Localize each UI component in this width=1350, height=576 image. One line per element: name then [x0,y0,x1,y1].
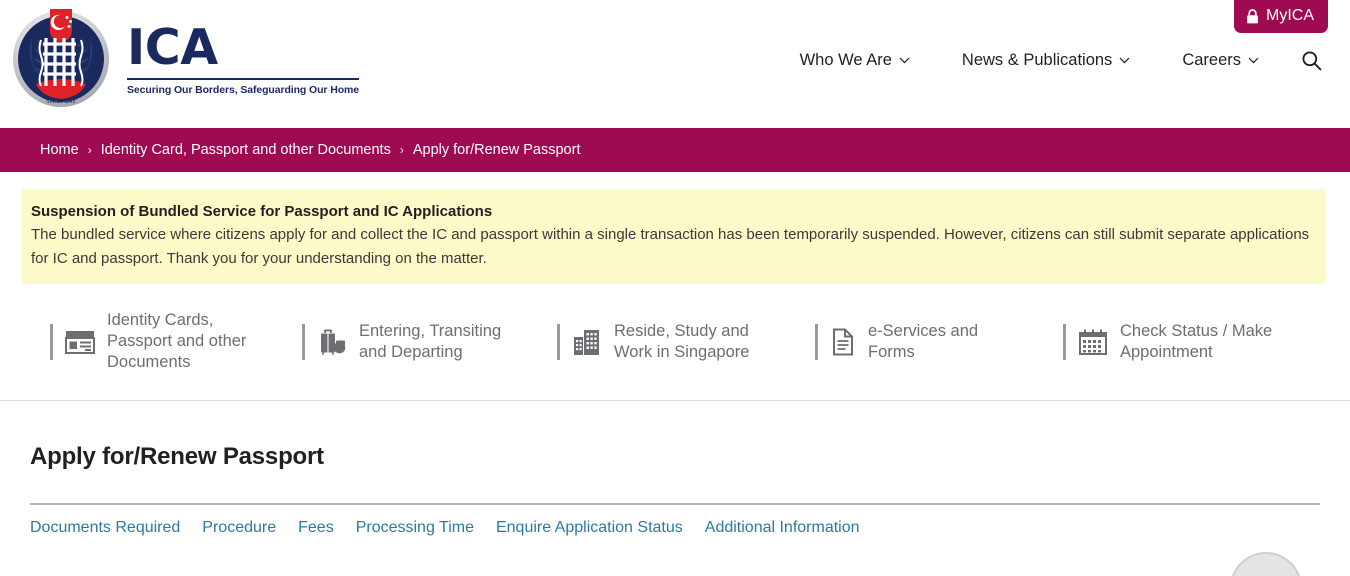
tab-enquire-application-status[interactable]: Enquire Application Status [496,519,683,537]
nav-label: News & Publications [961,51,1113,69]
divider [557,323,560,360]
svg-text:SINGAPORE: SINGAPORE [46,99,75,105]
logo-wordmark: ICA Securing Our Borders, Safeguarding O… [127,15,359,97]
quick-link-label: Identity Cards, Passport and other Docum… [107,310,247,372]
chevron-down-icon [1119,57,1130,64]
chevron-down-icon [1248,57,1259,64]
ica-crest-icon: IMMIGRATION & CHECKPOINTS AUTHORITY SING… [10,4,109,107]
luggage-icon [321,329,346,355]
id-card-icon [65,330,95,354]
tab-documents-required[interactable]: Documents Required [30,519,180,537]
logo-rule [127,78,359,80]
page-title: Apply for/Renew Passport [30,443,324,471]
nav-item-careers[interactable]: Careers [1156,45,1285,76]
building-icon [574,329,599,355]
quick-link-label: Check Status / Make Appointment [1120,321,1273,361]
tab-fees[interactable]: Fees [298,519,334,537]
quick-link-check-status[interactable]: Check Status / Make Appointment [1063,321,1313,363]
quick-link-reside-study-work[interactable]: Reside, Study and Work in Singapore [557,321,815,363]
breadcrumb-item-current: Apply for/Renew Passport [412,142,581,158]
page-root: IMMIGRATION & CHECKPOINTS AUTHORITY SING… [0,0,1350,576]
tab-additional-information[interactable]: Additional Information [705,519,860,537]
nav-item-news-publications[interactable]: News & Publications [936,45,1156,76]
content-tabs: Documents Required Procedure Fees Proces… [0,505,1350,537]
site-logo[interactable]: IMMIGRATION & CHECKPOINTS AUTHORITY SING… [10,4,359,109]
divider [50,323,53,360]
myica-label: MyICA [1266,7,1314,24]
search-icon [1302,51,1322,71]
quick-links-bar: Identity Cards, Passport and other Docum… [0,284,1350,400]
nav-label: Careers [1182,51,1241,69]
logo-tagline: Securing Our Borders, Safeguarding Our H… [127,83,359,96]
myica-button[interactable]: MyICA [1234,0,1328,33]
logo-title: ICA [127,19,218,77]
chevron-down-icon [899,57,910,64]
calendar-icon [1079,329,1107,355]
divider [302,323,305,360]
notice-wrapper: Suspension of Bundled Service for Passpo… [0,172,1350,284]
chat-help-button[interactable] [1230,552,1302,576]
notice-body: The bundled service where citizens apply… [31,226,1310,267]
notice-banner: Suspension of Bundled Service for Passpo… [22,189,1325,284]
quick-link-label: Entering, Transiting and Departing [359,321,502,361]
quick-link-label: e-Services and Forms [868,321,979,361]
breadcrumb-item-home[interactable]: Home [40,142,79,158]
search-button[interactable] [1285,44,1332,77]
nav-label: Who We Are [799,51,892,69]
notice-title: Suspension of Bundled Service for Passpo… [31,203,493,220]
breadcrumb-item-identity-card[interactable]: Identity Card, Passport and other Docume… [101,142,391,158]
divider [815,323,818,360]
site-header: IMMIGRATION & CHECKPOINTS AUTHORITY SING… [0,0,1350,128]
main-nav: Who We Are News & Publications Careers [774,44,1332,77]
nav-item-who-we-are[interactable]: Who We Are [774,45,936,76]
quick-link-identity-cards[interactable]: Identity Cards, Passport and other Docum… [50,310,302,373]
quick-link-eservices-forms[interactable]: e-Services and Forms [815,321,1063,363]
breadcrumb: Home › Identity Card, Passport and other… [0,128,1350,172]
lock-icon [1247,8,1258,23]
quick-link-entering-transiting[interactable]: Entering, Transiting and Departing [302,321,557,363]
tab-processing-time[interactable]: Processing Time [356,519,474,537]
document-icon [833,328,853,356]
divider [1063,323,1066,360]
breadcrumb-separator: › [87,143,92,157]
tab-procedure[interactable]: Procedure [202,519,276,537]
quick-link-label: Reside, Study and Work in Singapore [614,321,750,361]
breadcrumb-separator: › [399,143,404,157]
